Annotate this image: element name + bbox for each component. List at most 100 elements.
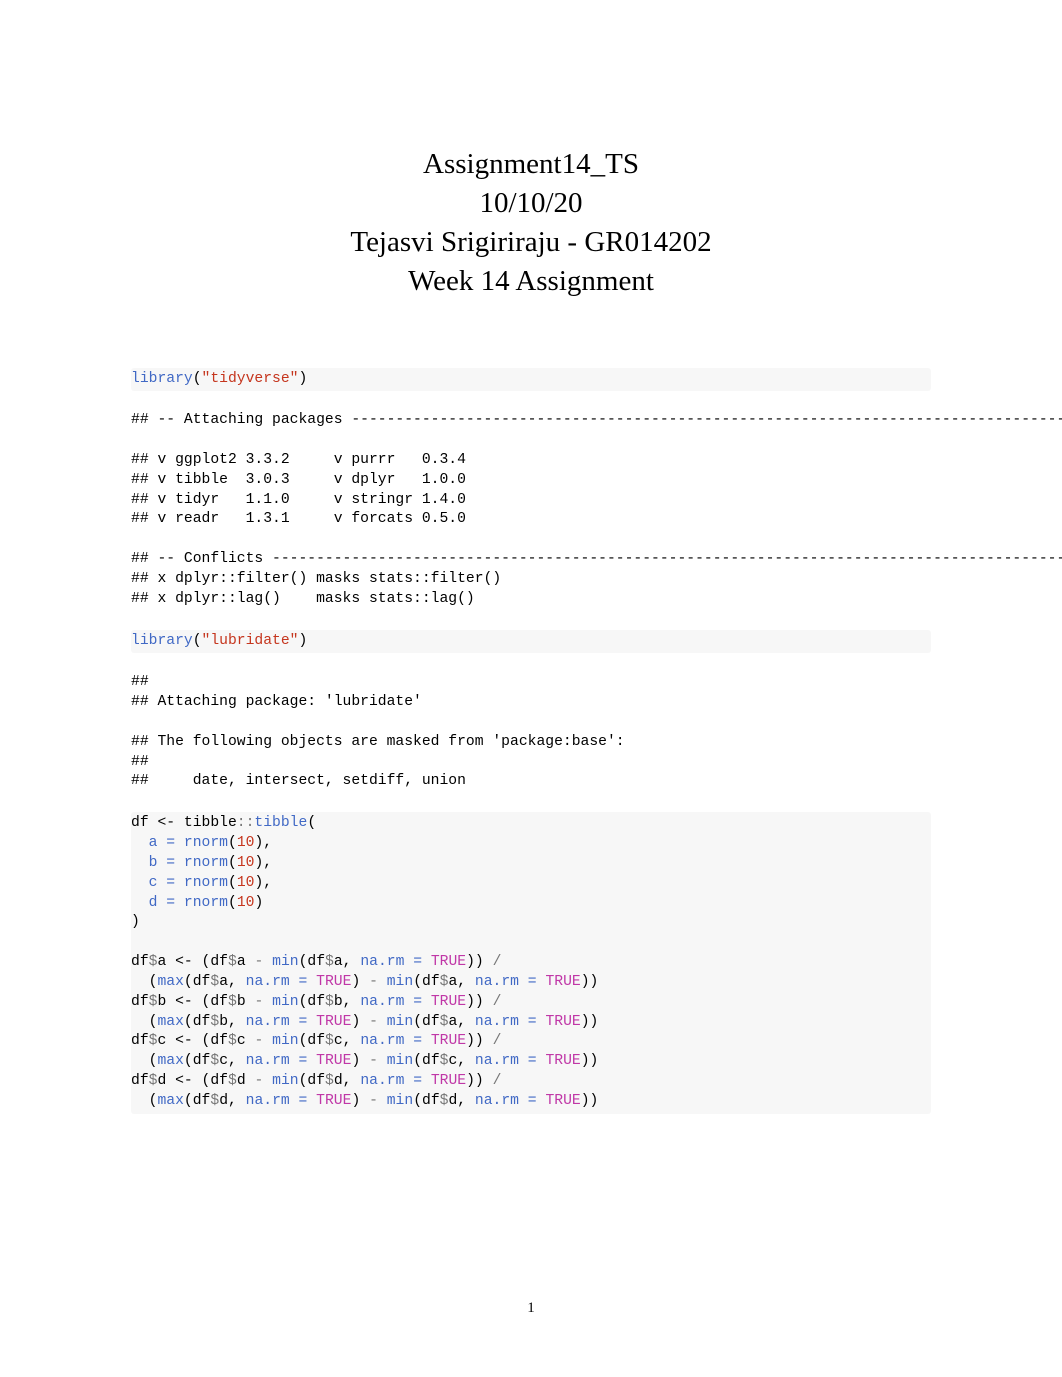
code-token xyxy=(378,1014,387,1030)
code-token xyxy=(263,954,272,970)
code-token xyxy=(422,1033,431,1049)
code-token: b, xyxy=(334,994,360,1010)
code-token: df <- xyxy=(131,815,175,831)
code-token: a <- xyxy=(157,954,192,970)
code-df-tibble: df <- tibble::tibble( a = rnorm(10), b =… xyxy=(131,812,931,1114)
code-token: ( xyxy=(131,1053,157,1069)
code-token: (df xyxy=(193,1073,228,1089)
output-pkg-tidyr: ## v tidyr 1.1.0 v stringr 1.4.0 xyxy=(131,491,931,511)
code-token: $ xyxy=(210,974,219,990)
code-token: 10 xyxy=(237,875,255,891)
code-token xyxy=(175,855,184,871)
code-token: a, xyxy=(219,974,245,990)
code-token: ( xyxy=(228,875,237,891)
code-token: max xyxy=(157,1053,183,1069)
code-token: TRUE xyxy=(431,954,466,970)
code-token: b = xyxy=(149,855,175,871)
code-token: ), xyxy=(254,835,272,851)
code-token: na.rm = xyxy=(246,1093,308,1109)
code-token: :: xyxy=(237,815,255,831)
code-token: 10 xyxy=(237,835,255,851)
code-token: d xyxy=(237,1073,255,1089)
code-token: ) xyxy=(254,895,263,911)
code-token: ) xyxy=(351,1014,369,1030)
code-token: / xyxy=(493,1033,502,1049)
output-blank xyxy=(131,391,931,411)
code-token: d <- xyxy=(157,1073,192,1089)
code-token xyxy=(378,974,387,990)
code-token: library xyxy=(131,371,193,387)
code-token: min xyxy=(272,1033,298,1049)
code-token xyxy=(378,1093,387,1109)
code-token: TRUE xyxy=(431,1033,466,1049)
code-token: - xyxy=(254,954,263,970)
code-token: df xyxy=(131,994,149,1010)
code-line-library-tidyverse: library("tidyverse") xyxy=(131,368,931,392)
code-token: ) xyxy=(351,1093,369,1109)
code-token: / xyxy=(493,954,502,970)
code-token xyxy=(263,994,272,1010)
code-token: 10 xyxy=(237,895,255,911)
code-token: TRUE xyxy=(316,1014,351,1030)
code-token: ) xyxy=(299,371,308,387)
code-token: (df xyxy=(413,1093,439,1109)
code-token: ), xyxy=(254,855,272,871)
code-token: ( xyxy=(193,371,202,387)
code-token: TRUE xyxy=(431,1073,466,1089)
code-token xyxy=(175,835,184,851)
code-token: ( xyxy=(307,815,316,831)
code-token: $ xyxy=(228,954,237,970)
code-token: (df xyxy=(193,994,228,1010)
code-token: d, xyxy=(448,1093,474,1109)
output-pkg-ggplot2: ## v ggplot2 3.3.2 v purrr 0.3.4 xyxy=(131,451,931,471)
code-token: c = xyxy=(149,875,175,891)
code-token: - xyxy=(369,1014,378,1030)
code-token: ( xyxy=(131,974,157,990)
code-token: a xyxy=(237,954,255,970)
code-token: (df xyxy=(299,1073,325,1089)
output-attaching-packages: ## -- Attaching packages ---------------… xyxy=(131,411,931,431)
code-token: na.rm = xyxy=(360,1033,422,1049)
code-token: na.rm = xyxy=(475,1014,537,1030)
code-token: (df xyxy=(413,974,439,990)
code-token: / xyxy=(493,1073,502,1089)
code-token: (df xyxy=(184,1093,210,1109)
title-line-4: Week 14 Assignment xyxy=(131,262,931,301)
output-blank xyxy=(131,431,931,451)
code-token xyxy=(263,1073,272,1089)
code-token: )) xyxy=(581,1014,599,1030)
code-token: tibble xyxy=(254,815,307,831)
code-token xyxy=(131,835,149,851)
code-token: b, xyxy=(219,1014,245,1030)
code-token: TRUE xyxy=(545,1053,580,1069)
code-token: )) xyxy=(581,1093,599,1109)
code-token xyxy=(422,994,431,1010)
code-token: na.rm = xyxy=(360,954,422,970)
output-lubridate-2: ## Attaching package: 'lubridate' xyxy=(131,693,931,713)
code-token: min xyxy=(272,1073,298,1089)
code-token: df xyxy=(131,1033,149,1049)
code-token xyxy=(307,1014,316,1030)
output-pkg-readr: ## v readr 1.3.1 v forcats 0.5.0 xyxy=(131,510,931,530)
code-token: ( xyxy=(131,1093,157,1109)
output-conflicts-header: ## -- Conflicts ------------------------… xyxy=(131,550,931,570)
code-token xyxy=(175,895,184,911)
code-token: (df xyxy=(299,954,325,970)
code-token: min xyxy=(387,1093,413,1109)
code-token: rnorm xyxy=(184,895,228,911)
code-token: ( xyxy=(131,1014,157,1030)
code-token xyxy=(131,895,149,911)
code-token xyxy=(378,1053,387,1069)
code-line-library-lubridate: library("lubridate") xyxy=(131,630,931,654)
code-token: $ xyxy=(325,994,334,1010)
code-token: min xyxy=(387,974,413,990)
code-token: ( xyxy=(228,895,237,911)
code-token xyxy=(131,855,149,871)
code-token: TRUE xyxy=(316,1093,351,1109)
code-token: $ xyxy=(210,1093,219,1109)
code-token: $ xyxy=(228,994,237,1010)
output-lubridate-5: ## date, intersect, setdiff, union xyxy=(131,772,931,792)
code-token xyxy=(175,875,184,891)
output-blank xyxy=(131,610,931,630)
code-token: max xyxy=(157,1093,183,1109)
